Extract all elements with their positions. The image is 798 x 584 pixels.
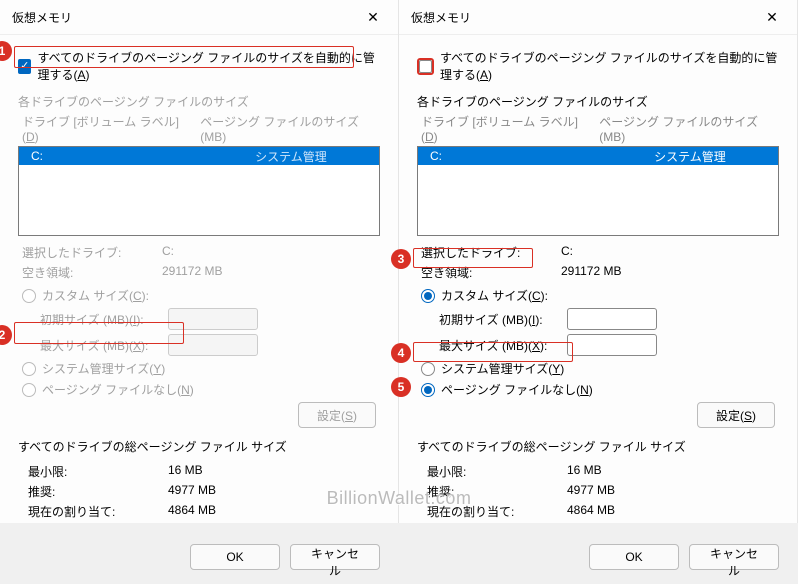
system-managed-radio[interactable] — [421, 362, 435, 376]
system-managed-label: システム管理サイズ(Y) — [441, 360, 564, 377]
auto-manage-label: すべてのドライブのページング ファイルのサイズを自動的に管理する(A) — [440, 49, 779, 83]
auto-manage-checkbox[interactable] — [417, 58, 434, 75]
each-drive-label: 各ドライブのページング ファイルのサイズ — [417, 93, 779, 110]
system-managed-radio-row[interactable]: システム管理サイズ(Y) — [421, 360, 775, 377]
initial-size-label: 初期サイズ (MB)(I): — [439, 311, 559, 328]
watermark: BillionWallet.com — [327, 488, 472, 509]
min-value: 16 MB — [567, 463, 775, 480]
set-button: 設定(S) — [298, 402, 376, 428]
cancel-button[interactable]: キャンセル — [689, 544, 779, 570]
initial-size-row: 初期サイズ (MB)(I): — [40, 308, 376, 330]
drive-letter: C: — [27, 149, 203, 163]
auto-manage-label: すべてのドライブのページング ファイルのサイズを自動的に管理する(A) — [37, 49, 380, 83]
cancel-button[interactable]: キャンセル — [290, 544, 380, 570]
initial-size-label: 初期サイズ (MB)(I): — [40, 311, 160, 328]
initial-size-row: 初期サイズ (MB)(I): — [439, 308, 775, 330]
drive-info: 選択したドライブ: C: 空き領域: 291172 MB — [421, 244, 775, 281]
custom-size-radio-row: カスタム サイズ(C): — [22, 287, 376, 304]
max-size-input — [168, 334, 258, 356]
window-title: 仮想メモリ — [12, 9, 72, 26]
no-paging-radio — [22, 383, 36, 397]
max-size-label: 最大サイズ (MB)(X): — [439, 337, 559, 354]
annotation-badge-1: 1 — [0, 41, 12, 61]
initial-size-input — [168, 308, 258, 330]
ok-button[interactable]: OK — [589, 544, 679, 570]
auto-manage-checkbox[interactable] — [18, 59, 31, 74]
drive-list-header: ドライブ [ボリューム ラベル](D) ページング ファイルのサイズ (MB) — [421, 113, 775, 144]
annotation-badge-2: 2 — [0, 325, 12, 345]
no-paging-label: ページング ファイルなし(N) — [441, 381, 593, 398]
selected-drive-label: 選択したドライブ: — [22, 244, 162, 261]
initial-size-input[interactable] — [567, 308, 657, 330]
total-paging-label: すべてのドライブの総ページング ファイル サイズ — [18, 438, 380, 455]
virtual-memory-dialog-right: 仮想メモリ ✕ すべてのドライブのページング ファイルのサイズを自動的に管理する… — [399, 0, 798, 523]
system-managed-label: システム管理サイズ(Y) — [42, 360, 165, 377]
custom-size-radio-row[interactable]: カスタム サイズ(C): — [421, 287, 775, 304]
rec-value: 4977 MB — [567, 483, 775, 500]
cur-value: 4864 MB — [567, 503, 775, 520]
set-button-row: 設定(S) — [22, 402, 376, 428]
max-size-row: 最大サイズ (MB)(X): — [439, 334, 775, 356]
header-size: ページング ファイルのサイズ (MB) — [599, 113, 775, 144]
selected-drive-label: 選択したドライブ: — [421, 244, 561, 261]
custom-size-label: カスタム サイズ(C): — [441, 287, 548, 304]
drive-letter: C: — [426, 149, 602, 163]
free-space-value: 291172 MB — [561, 264, 775, 281]
rec-label: 推奨: — [28, 483, 168, 500]
each-drive-label: 各ドライブのページング ファイルのサイズ — [18, 93, 380, 110]
total-paging-label: すべてのドライブの総ページング ファイル サイズ — [417, 438, 779, 455]
min-value: 16 MB — [168, 463, 376, 480]
free-space-label: 空き領域: — [421, 264, 561, 281]
drive-info: 選択したドライブ: C: 空き領域: 291172 MB — [22, 244, 376, 281]
system-managed-radio-row: システム管理サイズ(Y) — [22, 360, 376, 377]
close-icon: ✕ — [766, 9, 778, 26]
no-paging-radio-row[interactable]: ページング ファイルなし(N) — [421, 381, 775, 398]
close-icon: ✕ — [367, 9, 379, 26]
header-drive: ドライブ [ボリューム ラベル](D) — [22, 113, 190, 144]
max-size-row: 最大サイズ (MB)(X): — [40, 334, 376, 356]
close-button[interactable]: ✕ — [757, 6, 787, 28]
virtual-memory-dialog-left: 仮想メモリ ✕ 1 すべてのドライブのページング ファイルのサイズを自動的に管理… — [0, 0, 399, 523]
selected-drive-value: C: — [561, 244, 775, 261]
titlebar: 仮想メモリ ✕ — [0, 0, 398, 35]
max-size-label: 最大サイズ (MB)(X): — [40, 337, 160, 354]
custom-size-radio — [22, 289, 36, 303]
no-paging-label: ページング ファイルなし(N) — [42, 381, 194, 398]
drive-status: システム管理 — [203, 148, 379, 165]
max-size-input[interactable] — [567, 334, 657, 356]
no-paging-radio[interactable] — [421, 383, 435, 397]
totals-grid: 最小限: 16 MB 推奨: 4977 MB 現在の割り当て: 4864 MB — [28, 463, 376, 520]
free-space-value: 291172 MB — [162, 264, 376, 281]
drive-list-header: ドライブ [ボリューム ラベル](D) ページング ファイルのサイズ (MB) — [22, 113, 376, 144]
header-drive: ドライブ [ボリューム ラベル](D) — [421, 113, 589, 144]
titlebar: 仮想メモリ ✕ — [399, 0, 797, 35]
dialog-body: すべてのドライブのページング ファイルのサイズを自動的に管理する(A) 各ドライ… — [399, 35, 797, 536]
custom-size-label: カスタム サイズ(C): — [42, 287, 149, 304]
totals-grid: 最小限: 16 MB 推奨: 4977 MB 現在の割り当て: 4864 MB — [427, 463, 775, 520]
drive-status: システム管理 — [602, 148, 778, 165]
close-button[interactable]: ✕ — [358, 6, 388, 28]
dialog-footer: OK キャンセル — [0, 536, 398, 584]
ok-button[interactable]: OK — [190, 544, 280, 570]
system-managed-radio — [22, 362, 36, 376]
free-space-label: 空き領域: — [22, 264, 162, 281]
min-label: 最小限: — [28, 463, 168, 480]
dialog-body: 1 すべてのドライブのページング ファイルのサイズを自動的に管理する(A) 各ド… — [0, 35, 398, 536]
drive-list[interactable]: C: システム管理 — [417, 146, 779, 236]
auto-manage-row[interactable]: すべてのドライブのページング ファイルのサイズを自動的に管理する(A) — [18, 49, 380, 83]
dialog-footer: OK キャンセル — [399, 536, 797, 584]
set-button-row: 設定(S) — [421, 402, 775, 428]
no-paging-radio-row: ページング ファイルなし(N) — [22, 381, 376, 398]
window-title: 仮想メモリ — [411, 9, 471, 26]
drive-row-c[interactable]: C: システム管理 — [418, 147, 778, 165]
selected-drive-value: C: — [162, 244, 376, 261]
drive-list[interactable]: C: システム管理 — [18, 146, 380, 236]
min-label: 最小限: — [427, 463, 567, 480]
header-size: ページング ファイルのサイズ (MB) — [200, 113, 376, 144]
drive-row-c[interactable]: C: システム管理 — [19, 147, 379, 165]
custom-size-radio[interactable] — [421, 289, 435, 303]
cur-label: 現在の割り当て: — [28, 503, 168, 520]
set-button[interactable]: 設定(S) — [697, 402, 775, 428]
auto-manage-row[interactable]: すべてのドライブのページング ファイルのサイズを自動的に管理する(A) — [417, 49, 779, 83]
